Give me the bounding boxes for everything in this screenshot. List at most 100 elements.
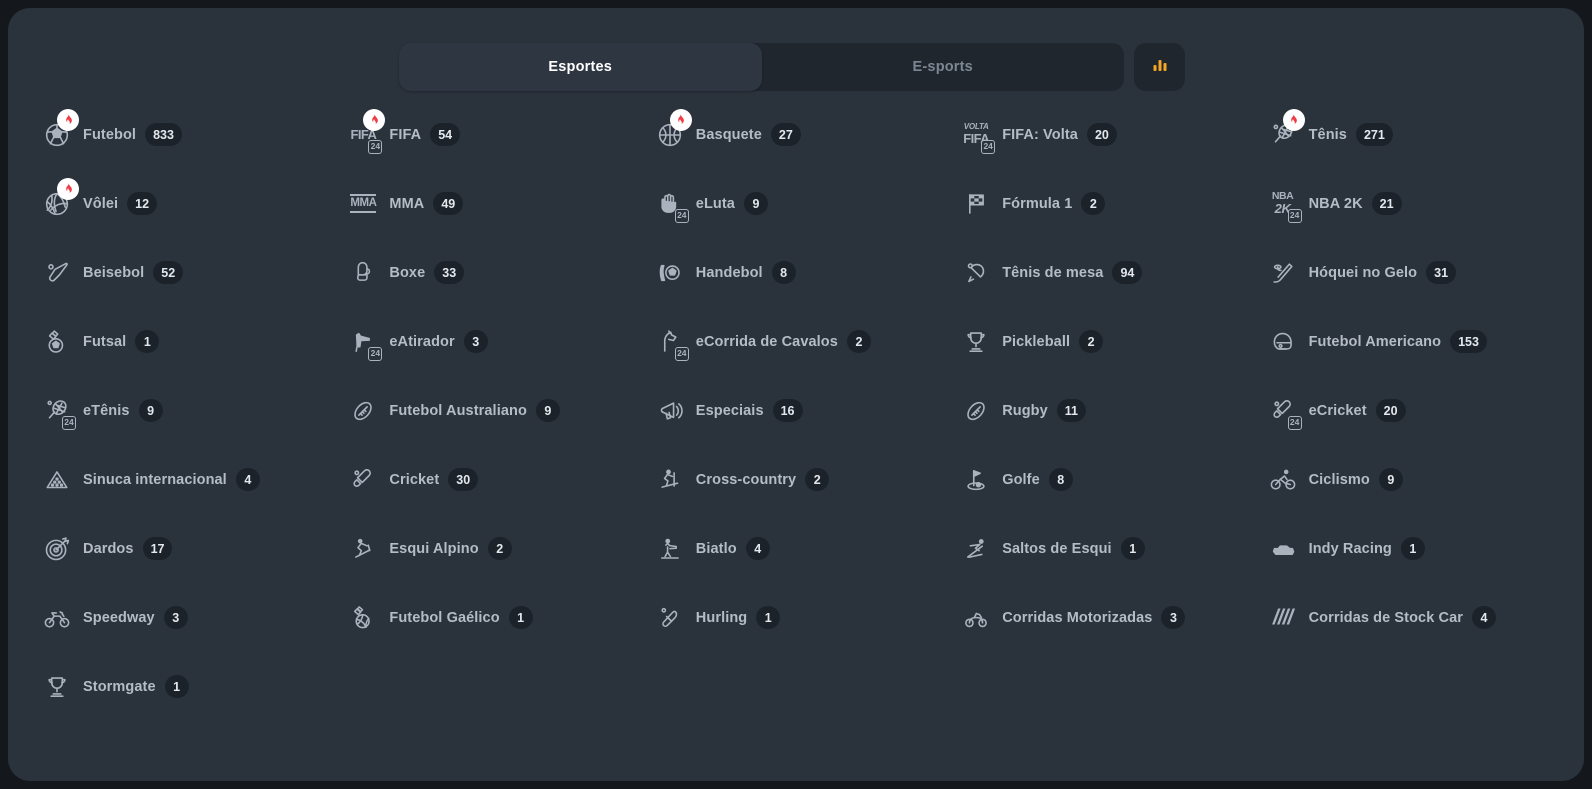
tab-esportes[interactable]: Esportes <box>399 43 762 91</box>
sport-item[interactable]: Futsal 1 <box>30 307 336 376</box>
sport-item[interactable]: 24 eCorrida de Cavalos 2 <box>643 307 949 376</box>
edition-24-badge: 24 <box>674 208 689 223</box>
sport-label: Fórmula 1 <box>1002 195 1073 212</box>
sport-item[interactable]: VOLTA FIFA 24 FIFA: Volta 20 <box>949 100 1255 169</box>
sport-item[interactable]: Speedway 3 <box>30 583 336 652</box>
tab-esports[interactable]: E-sports <box>762 43 1125 91</box>
sport-item[interactable]: Handebol 8 <box>643 238 949 307</box>
sport-item[interactable]: Hurling 1 <box>643 583 949 652</box>
sport-label: Futebol Americano <box>1308 333 1442 350</box>
sport-item[interactable]: Vôlei 12 <box>30 169 336 238</box>
sport-item[interactable]: //// Corridas de Stock Car 4 <box>1256 583 1562 652</box>
sport-item[interactable]: Esqui Alpino 2 <box>336 514 642 583</box>
sport-item[interactable]: Rugby 11 <box>949 376 1255 445</box>
sport-item[interactable]: 24 eLuta 9 <box>643 169 949 238</box>
hot-flame-icon <box>1282 108 1305 131</box>
sport-item[interactable]: Stormgate 1 <box>30 652 336 721</box>
sport-item[interactable]: Cross-country 2 <box>643 445 949 514</box>
bar-chart-icon <box>1152 57 1168 78</box>
biathlon-icon <box>653 532 687 566</box>
soccer-ball-icon <box>40 108 79 152</box>
sport-count-badge: 833 <box>145 123 182 146</box>
cricket-bat-icon <box>346 463 380 497</box>
sport-count-badge: 30 <box>448 468 479 491</box>
sport-item[interactable]: FIFA 24 FIFA 54 <box>336 100 642 169</box>
category-tabs: Esportes E-sports <box>399 43 1124 91</box>
nba2k-24-icon: NBA 2K 24 <box>1266 187 1302 223</box>
sport-label: Pickleball <box>1002 333 1071 350</box>
sport-count-badge: 1 <box>1400 537 1425 560</box>
sport-label: Indy Racing <box>1308 540 1392 557</box>
rugby-ball-icon <box>959 394 993 428</box>
sport-label: Futebol <box>83 126 137 143</box>
sport-count-badge: 9 <box>1378 468 1403 491</box>
sport-count-badge: 16 <box>772 399 803 422</box>
sports-grid: Futebol 833 FIFA 24 FIFA 54 Basquete 27 VOLTA FIF… <box>8 100 1584 721</box>
snooker-rack-icon <box>40 463 74 497</box>
indy-car-icon <box>1266 532 1300 566</box>
sport-item[interactable]: Beisebol 52 <box>30 238 336 307</box>
sport-count-badge: 33 <box>434 261 465 284</box>
hot-flame-icon <box>57 177 79 200</box>
sport-item[interactable]: Futebol Gaélico 1 <box>336 583 642 652</box>
sport-item[interactable]: Sinuca internacional 4 <box>30 445 336 514</box>
tab-label: E-sports <box>912 59 973 75</box>
sport-item[interactable]: Ciclismo 9 <box>1256 445 1562 514</box>
sport-count-badge: 8 <box>1048 468 1073 491</box>
sport-count-badge: 3 <box>163 606 188 629</box>
sport-item[interactable]: Tênis 271 <box>1256 100 1562 169</box>
sport-count-badge: 271 <box>1355 123 1393 146</box>
sport-count-badge: 9 <box>138 399 163 422</box>
sport-item[interactable]: Boxe 33 <box>336 238 642 307</box>
sport-item[interactable]: 24 eAtirador 3 <box>336 307 642 376</box>
sport-item[interactable]: NBA 2K 24 NBA 2K 21 <box>1256 169 1562 238</box>
sport-count-badge: 4 <box>1472 606 1496 629</box>
alpine-skiing-icon <box>346 532 380 566</box>
sport-item[interactable]: Golfe 8 <box>949 445 1255 514</box>
handball-icon <box>653 256 687 290</box>
sport-label: eTênis <box>83 402 130 419</box>
sport-item[interactable]: Indy Racing 1 <box>1256 514 1562 583</box>
sport-item[interactable]: 24 eTênis 9 <box>30 376 336 445</box>
sport-label: Basquete <box>695 126 762 143</box>
football-helmet-icon <box>1266 325 1300 359</box>
darts-icon <box>40 532 74 566</box>
sport-count-badge: 49 <box>433 192 464 215</box>
sport-count-badge: 20 <box>1375 399 1406 422</box>
sport-label: FIFA <box>389 126 422 143</box>
sport-item[interactable]: Fórmula 1 2 <box>949 169 1255 238</box>
sport-count-badge: 1 <box>1120 537 1145 560</box>
sport-count-badge: 3 <box>463 330 488 353</box>
megaphone-icon <box>653 394 687 428</box>
sport-label: Corridas Motorizadas <box>1002 609 1153 626</box>
sport-count-badge: 1 <box>135 330 160 353</box>
grid-cell-empty <box>643 652 949 721</box>
sport-item[interactable]: Saltos de Esqui 1 <box>949 514 1255 583</box>
sport-item[interactable]: Tênis de mesa 94 <box>949 238 1255 307</box>
golf-icon <box>959 463 993 497</box>
sport-item[interactable]: Dardos 17 <box>30 514 336 583</box>
sport-item[interactable]: Basquete 27 <box>643 100 949 169</box>
sport-item[interactable]: Corridas Motorizadas 3 <box>949 583 1255 652</box>
sport-count-badge: 27 <box>770 123 801 146</box>
hot-flame-icon <box>57 108 79 131</box>
sport-item[interactable]: Biatlo 4 <box>643 514 949 583</box>
sport-count-badge: 11 <box>1056 399 1087 422</box>
sport-label: Boxe <box>389 264 426 281</box>
hot-flame-icon <box>669 108 692 131</box>
sport-item[interactable]: Cricket 30 <box>336 445 642 514</box>
sport-item[interactable]: Futebol Australiano 9 <box>336 376 642 445</box>
sport-item[interactable]: Hóquei no Gelo 31 <box>1256 238 1562 307</box>
sport-label: Dardos <box>83 540 134 557</box>
sport-item[interactable]: 24 eCricket 20 <box>1256 376 1562 445</box>
sport-item[interactable]: MMA MMA 49 <box>336 169 642 238</box>
sport-item[interactable]: Pickleball 2 <box>949 307 1255 376</box>
sport-label: Golfe <box>1002 471 1040 488</box>
sport-count-badge: 54 <box>430 123 461 146</box>
sport-item[interactable]: Futebol Americano 153 <box>1256 307 1562 376</box>
sport-count-badge: 3 <box>1161 606 1186 629</box>
chart-button[interactable] <box>1134 43 1185 91</box>
sport-item[interactable]: Futebol 833 <box>30 100 336 169</box>
sport-item[interactable]: Especiais 16 <box>643 376 949 445</box>
checkered-flag-icon <box>959 187 993 221</box>
